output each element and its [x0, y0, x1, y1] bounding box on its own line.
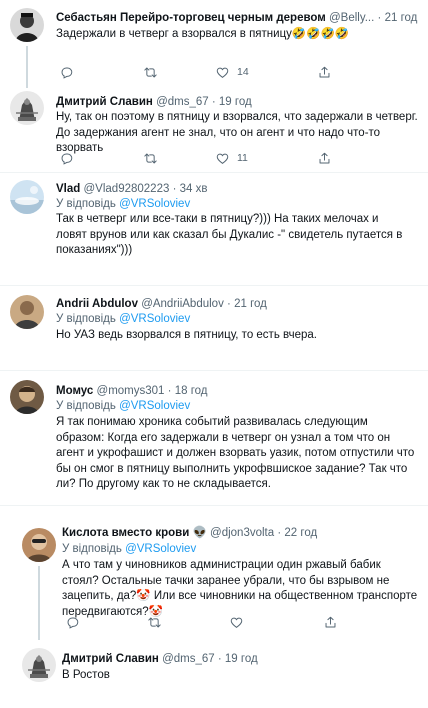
retweet-button[interactable]	[144, 151, 165, 165]
share-button[interactable]	[318, 65, 331, 79]
timestamp[interactable]: 19 год	[219, 96, 252, 108]
mention-link[interactable]: @VRSoloviev	[119, 198, 190, 210]
replying-to-label: У відповідь	[62, 543, 122, 555]
tweet-text: Задержали в четверг а взорвался в пятниц…	[56, 28, 350, 40]
timestamp[interactable]: 19 год	[225, 653, 258, 665]
tweet-header: Кислота вместо крови 👽 @djon3volta · 22 …	[62, 527, 318, 539]
thread-connector	[26, 46, 28, 88]
tweet-text: Но УАЗ ведь взорвался в пятницу, то есть…	[56, 329, 317, 341]
author-name[interactable]: Дмитрий Славин	[56, 96, 153, 108]
reply-icon	[66, 616, 79, 629]
reply-button[interactable]	[60, 151, 81, 165]
thread-connector	[38, 566, 40, 640]
author-handle[interactable]: @dms_67	[162, 653, 215, 665]
avatar[interactable]	[10, 380, 44, 414]
retweet-button[interactable]	[148, 615, 161, 629]
tweet-text: А что там у чиновников администрации оди…	[62, 559, 418, 618]
retweet-icon	[144, 66, 157, 79]
tweet-actions: 14	[56, 65, 416, 79]
author-handle[interactable]: @Belly...	[329, 12, 374, 24]
timestamp[interactable]: 18 год	[175, 385, 208, 397]
tweet-text: Я так понимаю хроника событий развивалас…	[56, 416, 415, 490]
reply-button[interactable]	[66, 615, 79, 629]
tweet[interactable]: Кислота вместо крови 👽 @djon3volta · 22 …	[0, 506, 428, 640]
avatar[interactable]	[22, 648, 56, 682]
tweet-text: Так в четверг или все-таки в пятницу?)))…	[56, 213, 403, 256]
replying-to: У відповідь @VRSoloviev	[56, 399, 190, 413]
like-button[interactable]: 11	[216, 151, 248, 165]
share-icon	[318, 152, 331, 165]
tweet-header: Себастьян Перейро-торговец черным дерево…	[56, 12, 418, 24]
mention-link[interactable]: @VRSoloviev	[119, 313, 190, 325]
share-button[interactable]	[324, 615, 337, 629]
avatar[interactable]	[10, 8, 44, 42]
heart-icon	[230, 616, 243, 629]
share-icon	[318, 66, 331, 79]
tweet[interactable]: Дмитрий Славин @dms_67 · 19 год Ну, так …	[0, 88, 428, 172]
like-count: 14	[237, 66, 249, 78]
tweet-header: Дмитрий Славин @dms_67 · 19 год	[56, 96, 252, 108]
author-name[interactable]: Andrii Abdulov	[56, 298, 138, 310]
tweet-header: Момус @momys301 · 18 год	[56, 385, 208, 397]
tweet[interactable]: Vlad @Vlad92802223 · 34 хв У відповідь @…	[0, 173, 428, 285]
author-name[interactable]: Vlad	[56, 183, 80, 195]
avatar[interactable]	[10, 180, 44, 214]
share-button[interactable]	[318, 151, 331, 165]
like-count: 11	[237, 152, 248, 164]
replying-to: У відповідь @VRSoloviev	[62, 542, 196, 556]
timestamp[interactable]: 22 год	[284, 527, 317, 539]
retweet-icon	[144, 152, 157, 165]
tweet-header: Дмитрий Славин @dms_67 · 19 год	[62, 653, 258, 665]
avatar[interactable]	[10, 91, 44, 125]
heart-icon	[216, 152, 229, 165]
tweet-header: Vlad @Vlad92802223 · 34 хв	[56, 183, 208, 195]
reply-button[interactable]	[60, 65, 81, 79]
avatar[interactable]	[22, 528, 56, 562]
author-handle[interactable]: @djon3volta	[210, 527, 274, 539]
heart-icon	[216, 66, 229, 79]
author-handle[interactable]: @AndriiAbdulov	[141, 298, 224, 310]
timestamp[interactable]: 21 год	[385, 12, 418, 24]
reply-icon	[60, 66, 73, 79]
author-handle[interactable]: @dms_67	[156, 96, 209, 108]
tweet-actions	[62, 615, 418, 629]
author-name[interactable]: Кислота вместо крови 👽	[62, 527, 207, 539]
author-name[interactable]: Момус	[56, 385, 93, 397]
timestamp[interactable]: 34 хв	[180, 183, 208, 195]
mention-link[interactable]: @VRSoloviev	[125, 543, 196, 555]
like-button[interactable]: 14	[216, 65, 249, 79]
retweet-icon	[148, 616, 161, 629]
tweet[interactable]: Себастьян Перейро-торговец черным дерево…	[0, 0, 428, 88]
replying-to: У відповідь @VRSoloviev	[56, 312, 190, 326]
author-handle[interactable]: @momys301	[97, 385, 165, 397]
tweet[interactable]: Дмитрий Славин @dms_67 · 19 год В Ростов	[0, 640, 428, 708]
replying-to-label: У відповідь	[56, 313, 116, 325]
avatar[interactable]	[10, 295, 44, 329]
tweet-actions: 11	[56, 151, 416, 165]
replying-to-label: У відповідь	[56, 400, 116, 412]
tweet-text: В Ростов	[62, 669, 110, 681]
retweet-button[interactable]	[144, 65, 165, 79]
tweet-header: Andrii Abdulov @AndriiAbdulov · 21 год	[56, 298, 267, 310]
author-name[interactable]: Себастьян Перейро-торговец черным дерево…	[56, 12, 326, 24]
reply-icon	[60, 152, 73, 165]
like-button[interactable]	[230, 615, 243, 629]
mention-link[interactable]: @VRSoloviev	[119, 400, 190, 412]
replying-to-label: У відповідь	[56, 198, 116, 210]
reply-thread: Себастьян Перейро-торговец черным дерево…	[0, 0, 428, 708]
timestamp[interactable]: 21 год	[234, 298, 267, 310]
replying-to: У відповідь @VRSoloviev	[56, 197, 190, 211]
tweet-text: Ну, так он поэтому в пятницу и взорвался…	[56, 111, 418, 154]
author-name[interactable]: Дмитрий Славин	[62, 653, 159, 665]
share-icon	[324, 616, 337, 629]
tweet[interactable]: Момус @momys301 · 18 год У відповідь @VR…	[0, 371, 428, 505]
tweet[interactable]: Andrii Abdulov @AndriiAbdulov · 21 год У…	[0, 286, 428, 370]
author-handle[interactable]: @Vlad92802223	[84, 183, 170, 195]
